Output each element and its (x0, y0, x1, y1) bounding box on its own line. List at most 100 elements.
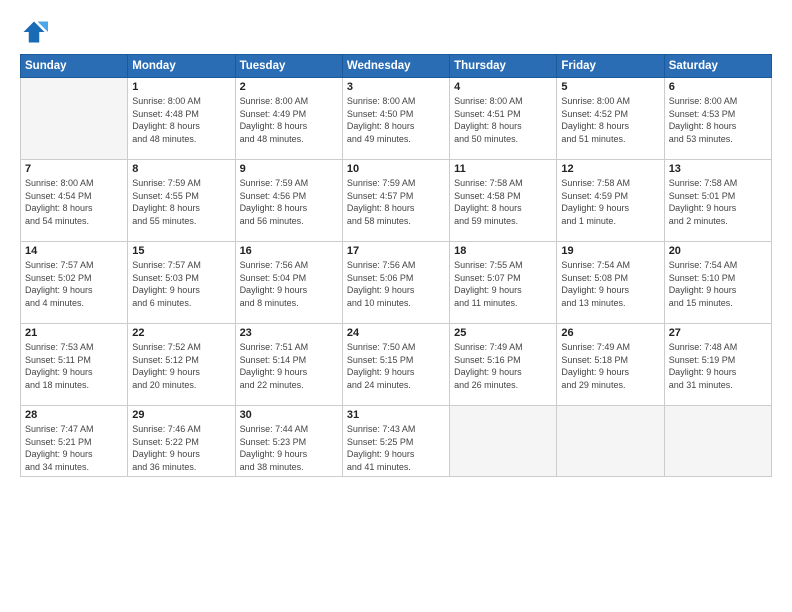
day-number: 15 (132, 245, 230, 257)
day-info: Sunrise: 7:47 AMSunset: 5:21 PMDaylight:… (25, 423, 123, 473)
day-info: Sunrise: 8:00 AMSunset: 4:48 PMDaylight:… (132, 95, 230, 145)
calendar-cell: 12Sunrise: 7:58 AMSunset: 4:59 PMDayligh… (557, 160, 664, 242)
calendar-cell: 27 Sunrise: 7:48 AMSunset: 5:19 PMDayligh… (664, 324, 771, 406)
day-number: 27 (669, 327, 767, 339)
calendar-cell: 7 Sunrise: 8:00 AMSunset: 4:54 PMDaylight… (21, 160, 128, 242)
calendar-cell: 1 Sunrise: 8:00 AMSunset: 4:48 PMDaylight… (128, 78, 235, 160)
weekday-header-wednesday: Wednesday (342, 55, 449, 78)
calendar-week-row: 14 Sunrise: 7:57 AMSunset: 5:02 PMDayligh… (21, 242, 772, 324)
calendar-cell: 20 Sunrise: 7:54 AMSunset: 5:10 PMDayligh… (664, 242, 771, 324)
calendar-cell: 5 Sunrise: 8:00 AMSunset: 4:52 PMDaylight… (557, 78, 664, 160)
weekday-header-row: SundayMondayTuesdayWednesdayThursdayFrid… (21, 55, 772, 78)
day-info: Sunrise: 7:56 AMSunset: 5:04 PMDaylight:… (240, 259, 338, 309)
day-info: Sunrise: 7:59 AMSunset: 4:57 PMDaylight:… (347, 177, 445, 227)
day-number: 6 (669, 81, 767, 93)
calendar-cell: 24 Sunrise: 7:50 AMSunset: 5:15 PMDayligh… (342, 324, 449, 406)
day-number: 11 (454, 163, 552, 175)
day-number: 30 (240, 409, 338, 421)
calendar-cell: 6 Sunrise: 8:00 AMSunset: 4:53 PMDaylight… (664, 78, 771, 160)
calendar-cell: 13Sunrise: 7:58 AMSunset: 5:01 PMDayligh… (664, 160, 771, 242)
day-number: 4 (454, 81, 552, 93)
calendar-cell: 19 Sunrise: 7:54 AMSunset: 5:08 PMDayligh… (557, 242, 664, 324)
weekday-header-thursday: Thursday (450, 55, 557, 78)
day-number: 20 (669, 245, 767, 257)
day-number: 18 (454, 245, 552, 257)
day-info: Sunrise: 7:43 AMSunset: 5:25 PMDaylight:… (347, 423, 445, 473)
calendar-week-row: 1 Sunrise: 8:00 AMSunset: 4:48 PMDaylight… (21, 78, 772, 160)
calendar-cell: 25 Sunrise: 7:49 AMSunset: 5:16 PMDayligh… (450, 324, 557, 406)
day-number: 2 (240, 81, 338, 93)
day-number: 24 (347, 327, 445, 339)
day-number: 9 (240, 163, 338, 175)
day-info: Sunrise: 8:00 AMSunset: 4:49 PMDaylight:… (240, 95, 338, 145)
day-info: Sunrise: 7:55 AMSunset: 5:07 PMDaylight:… (454, 259, 552, 309)
calendar-cell: 21 Sunrise: 7:53 AMSunset: 5:11 PMDayligh… (21, 324, 128, 406)
calendar-cell: 23Sunrise: 7:51 AMSunset: 5:14 PMDayligh… (235, 324, 342, 406)
day-number: 7 (25, 163, 123, 175)
calendar-cell: 26 Sunrise: 7:49 AMSunset: 5:18 PMDayligh… (557, 324, 664, 406)
page: SundayMondayTuesdayWednesdayThursdayFrid… (0, 0, 792, 612)
day-info: Sunrise: 7:48 AMSunset: 5:19 PMDaylight:… (669, 341, 767, 391)
day-info: Sunrise: 7:54 AMSunset: 5:10 PMDaylight:… (669, 259, 767, 309)
day-number: 12 (561, 163, 659, 175)
day-number: 25 (454, 327, 552, 339)
weekday-header-tuesday: Tuesday (235, 55, 342, 78)
day-number: 5 (561, 81, 659, 93)
calendar-cell: 16 Sunrise: 7:56 AMSunset: 5:04 PMDayligh… (235, 242, 342, 324)
calendar-cell: 15 Sunrise: 7:57 AMSunset: 5:03 PMDayligh… (128, 242, 235, 324)
day-number: 16 (240, 245, 338, 257)
day-info: Sunrise: 7:56 AMSunset: 5:06 PMDaylight:… (347, 259, 445, 309)
day-info: Sunrise: 7:58 AMSunset: 4:58 PMDaylight:… (454, 177, 552, 227)
calendar-cell: 17Sunrise: 7:56 AMSunset: 5:06 PMDayligh… (342, 242, 449, 324)
calendar-cell: 3 Sunrise: 8:00 AMSunset: 4:50 PMDaylight… (342, 78, 449, 160)
day-number: 8 (132, 163, 230, 175)
calendar-table: SundayMondayTuesdayWednesdayThursdayFrid… (20, 54, 772, 477)
calendar-cell (664, 406, 771, 477)
day-number: 23 (240, 327, 338, 339)
calendar-cell: 22 Sunrise: 7:52 AMSunset: 5:12 PMDayligh… (128, 324, 235, 406)
day-info: Sunrise: 7:44 AMSunset: 5:23 PMDaylight:… (240, 423, 338, 473)
day-info: Sunrise: 7:57 AMSunset: 5:02 PMDaylight:… (25, 259, 123, 309)
calendar-cell (450, 406, 557, 477)
day-info: Sunrise: 8:00 AMSunset: 4:53 PMDaylight:… (669, 95, 767, 145)
calendar-cell: 9Sunrise: 7:59 AMSunset: 4:56 PMDaylight… (235, 160, 342, 242)
day-number: 3 (347, 81, 445, 93)
calendar-cell: 28Sunrise: 7:47 AMSunset: 5:21 PMDayligh… (21, 406, 128, 477)
day-number: 31 (347, 409, 445, 421)
day-number: 26 (561, 327, 659, 339)
day-info: Sunrise: 7:59 AMSunset: 4:55 PMDaylight:… (132, 177, 230, 227)
day-info: Sunrise: 8:00 AMSunset: 4:52 PMDaylight:… (561, 95, 659, 145)
day-info: Sunrise: 8:00 AMSunset: 4:50 PMDaylight:… (347, 95, 445, 145)
calendar-cell: 18 Sunrise: 7:55 AMSunset: 5:07 PMDayligh… (450, 242, 557, 324)
day-number: 19 (561, 245, 659, 257)
day-info: Sunrise: 7:50 AMSunset: 5:15 PMDaylight:… (347, 341, 445, 391)
day-number: 10 (347, 163, 445, 175)
day-info: Sunrise: 8:00 AMSunset: 4:51 PMDaylight:… (454, 95, 552, 145)
calendar-cell: 31 Sunrise: 7:43 AMSunset: 5:25 PMDayligh… (342, 406, 449, 477)
calendar-cell: 2 Sunrise: 8:00 AMSunset: 4:49 PMDaylight… (235, 78, 342, 160)
calendar-cell: 29Sunrise: 7:46 AMSunset: 5:22 PMDayligh… (128, 406, 235, 477)
day-number: 22 (132, 327, 230, 339)
header (20, 18, 772, 46)
day-number: 14 (25, 245, 123, 257)
day-info: Sunrise: 7:49 AMSunset: 5:16 PMDaylight:… (454, 341, 552, 391)
day-number: 1 (132, 81, 230, 93)
calendar-cell (557, 406, 664, 477)
logo (20, 18, 52, 46)
logo-icon (20, 18, 48, 46)
calendar-cell (21, 78, 128, 160)
day-info: Sunrise: 7:52 AMSunset: 5:12 PMDaylight:… (132, 341, 230, 391)
day-info: Sunrise: 8:00 AMSunset: 4:54 PMDaylight:… (25, 177, 123, 227)
day-number: 21 (25, 327, 123, 339)
weekday-header-monday: Monday (128, 55, 235, 78)
day-info: Sunrise: 7:49 AMSunset: 5:18 PMDaylight:… (561, 341, 659, 391)
day-info: Sunrise: 7:57 AMSunset: 5:03 PMDaylight:… (132, 259, 230, 309)
day-info: Sunrise: 7:46 AMSunset: 5:22 PMDaylight:… (132, 423, 230, 473)
day-number: 13 (669, 163, 767, 175)
calendar-cell: 10 Sunrise: 7:59 AMSunset: 4:57 PMDayligh… (342, 160, 449, 242)
day-info: Sunrise: 7:54 AMSunset: 5:08 PMDaylight:… (561, 259, 659, 309)
calendar-week-row: 21 Sunrise: 7:53 AMSunset: 5:11 PMDayligh… (21, 324, 772, 406)
weekday-header-saturday: Saturday (664, 55, 771, 78)
day-info: Sunrise: 7:53 AMSunset: 5:11 PMDaylight:… (25, 341, 123, 391)
calendar-cell: 11 Sunrise: 7:58 AMSunset: 4:58 PMDayligh… (450, 160, 557, 242)
